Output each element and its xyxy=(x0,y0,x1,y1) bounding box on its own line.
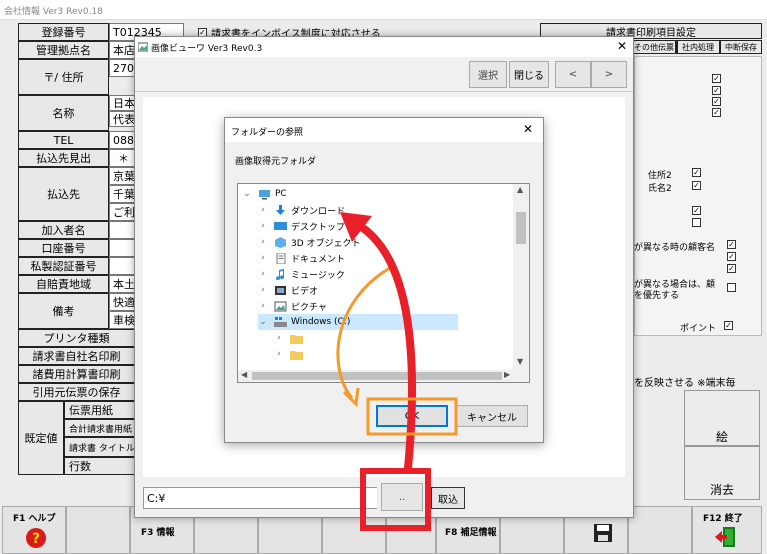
browse-highlight-box xyxy=(360,468,431,531)
annotation-overlay xyxy=(336,212,458,531)
red-arrow-annotation xyxy=(340,212,417,472)
orange-arrow-annotation xyxy=(336,263,396,408)
